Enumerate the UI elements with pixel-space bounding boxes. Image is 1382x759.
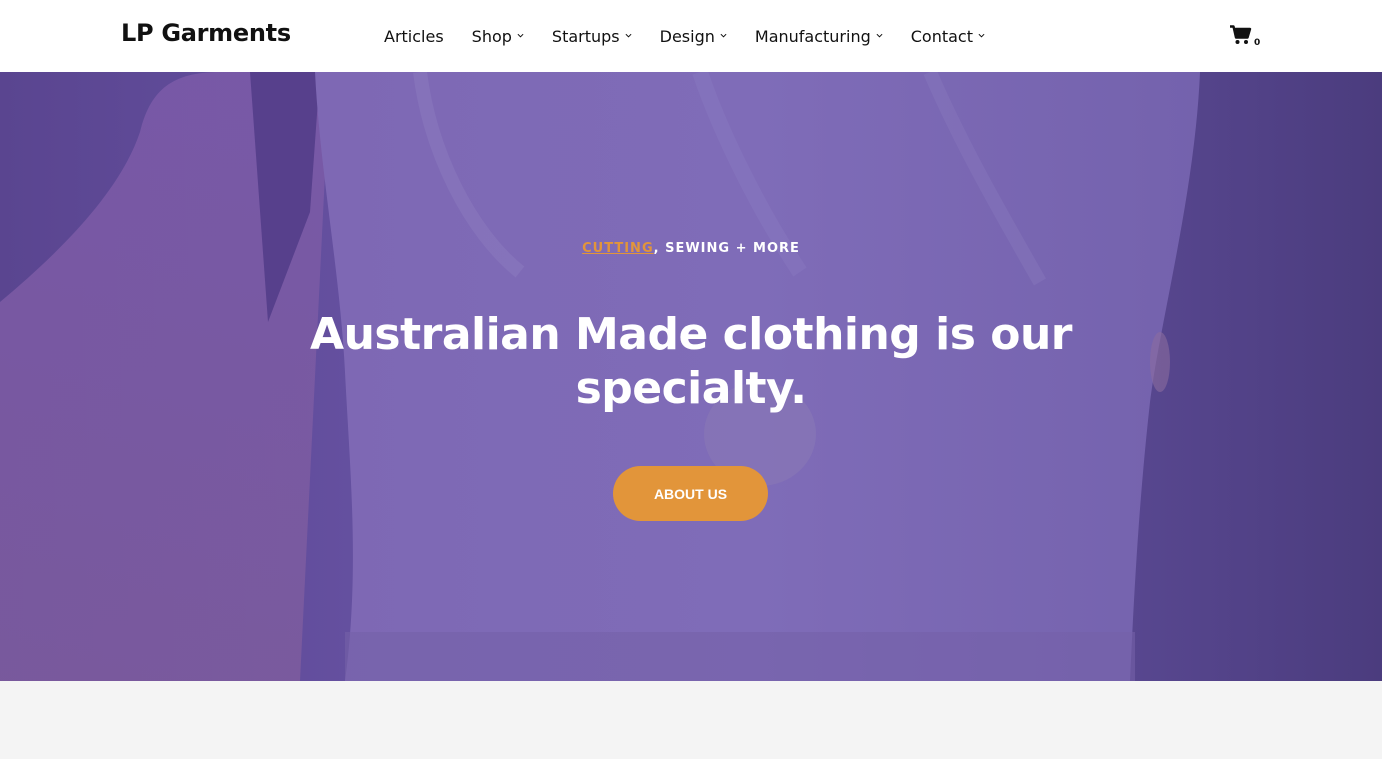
- site-logo[interactable]: LP Garments: [121, 19, 291, 47]
- nav-item-design[interactable]: Design: [660, 27, 727, 46]
- hero-title: Australian Made clothing is our specialt…: [310, 309, 1072, 414]
- nav-item-contact[interactable]: Contact: [911, 27, 985, 46]
- cart-icon: [1230, 25, 1252, 44]
- cart-count-badge: 0: [1254, 38, 1261, 48]
- nav-item-label: Shop: [471, 26, 512, 46]
- nav-item-shop[interactable]: Shop: [472, 27, 524, 46]
- hero-eyebrow: CUTTING, SEWING + MORE: [0, 241, 1382, 256]
- nav-item-label: Startups: [551, 26, 620, 46]
- chevron-down-icon: [517, 33, 524, 38]
- chevron-down-icon: [720, 33, 727, 38]
- nav-item-label: Manufacturing: [754, 26, 871, 46]
- chevron-down-icon: [625, 33, 632, 38]
- nav-item-label: Contact: [910, 26, 973, 46]
- cart-button[interactable]: 0: [1230, 25, 1264, 51]
- nav-item-manufacturing[interactable]: Manufacturing: [755, 27, 883, 46]
- hero-eyebrow-link[interactable]: CUTTING: [582, 241, 654, 256]
- chevron-down-icon: [876, 33, 883, 38]
- site-header: LP Garments Articles Shop Startups Desig…: [0, 0, 1382, 72]
- nav-item-startups[interactable]: Startups: [552, 27, 632, 46]
- about-us-button[interactable]: ABOUT US: [613, 466, 768, 521]
- main-nav: Articles Shop Startups Design Manufactur…: [384, 24, 1013, 48]
- nav-item-articles[interactable]: Articles: [384, 27, 444, 46]
- hero-section: CUTTING, SEWING + MORE Australian Made c…: [0, 72, 1382, 681]
- chevron-down-icon: [978, 33, 985, 38]
- hero-eyebrow-text: , SEWING + MORE: [653, 241, 800, 256]
- nav-item-label: Articles: [384, 26, 444, 46]
- nav-item-label: Design: [659, 26, 715, 46]
